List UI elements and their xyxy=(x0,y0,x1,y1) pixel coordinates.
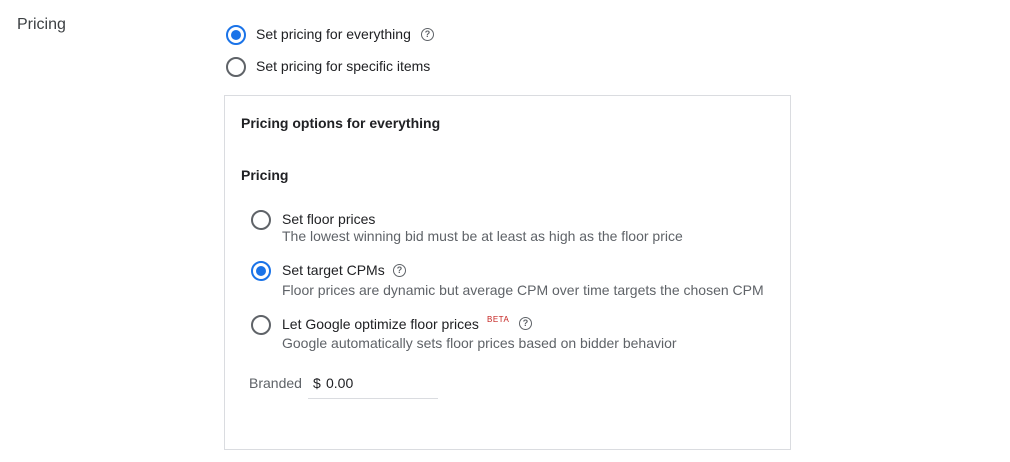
help-icon[interactable]: ? xyxy=(421,28,434,41)
radio-set-floor-prices[interactable] xyxy=(251,210,271,230)
price-value[interactable]: 0.00 xyxy=(326,375,353,391)
section-title: Pricing xyxy=(17,16,66,33)
radio-set-target-cpms[interactable] xyxy=(251,261,271,281)
radio-google-optimize-floor-prices[interactable] xyxy=(251,315,271,335)
radio-set-pricing-everything[interactable] xyxy=(226,25,246,45)
option-label-google-optimize-floor-prices[interactable]: Let Google optimize floor prices xyxy=(282,316,479,332)
currency-prefix: $ xyxy=(313,375,321,391)
option-label-set-floor-prices[interactable]: Set floor prices xyxy=(282,211,375,227)
help-icon[interactable]: ? xyxy=(393,264,406,277)
radio-label-set-pricing-everything[interactable]: Set pricing for everything xyxy=(256,26,411,42)
option-description-set-floor-prices: The lowest winning bid must be at least … xyxy=(282,228,683,244)
branded-price-input[interactable]: $ 0.00 xyxy=(308,366,438,399)
panel-subtitle: Pricing xyxy=(241,167,289,183)
option-description-google-optimize-floor-prices: Google automatically sets floor prices b… xyxy=(282,335,677,351)
beta-badge: BETA xyxy=(487,315,510,324)
help-icon[interactable]: ? xyxy=(519,317,532,330)
pricing-options-panel: Pricing options for everything Pricing S… xyxy=(224,95,791,450)
radio-set-pricing-specific-items[interactable] xyxy=(226,57,246,77)
radio-label-set-pricing-specific-items[interactable]: Set pricing for specific items xyxy=(256,58,430,74)
branded-field-label: Branded xyxy=(249,375,302,391)
option-label-set-target-cpms[interactable]: Set target CPMs xyxy=(282,262,385,278)
option-description-set-target-cpms: Floor prices are dynamic but average CPM… xyxy=(282,282,764,298)
panel-title: Pricing options for everything xyxy=(241,115,441,131)
